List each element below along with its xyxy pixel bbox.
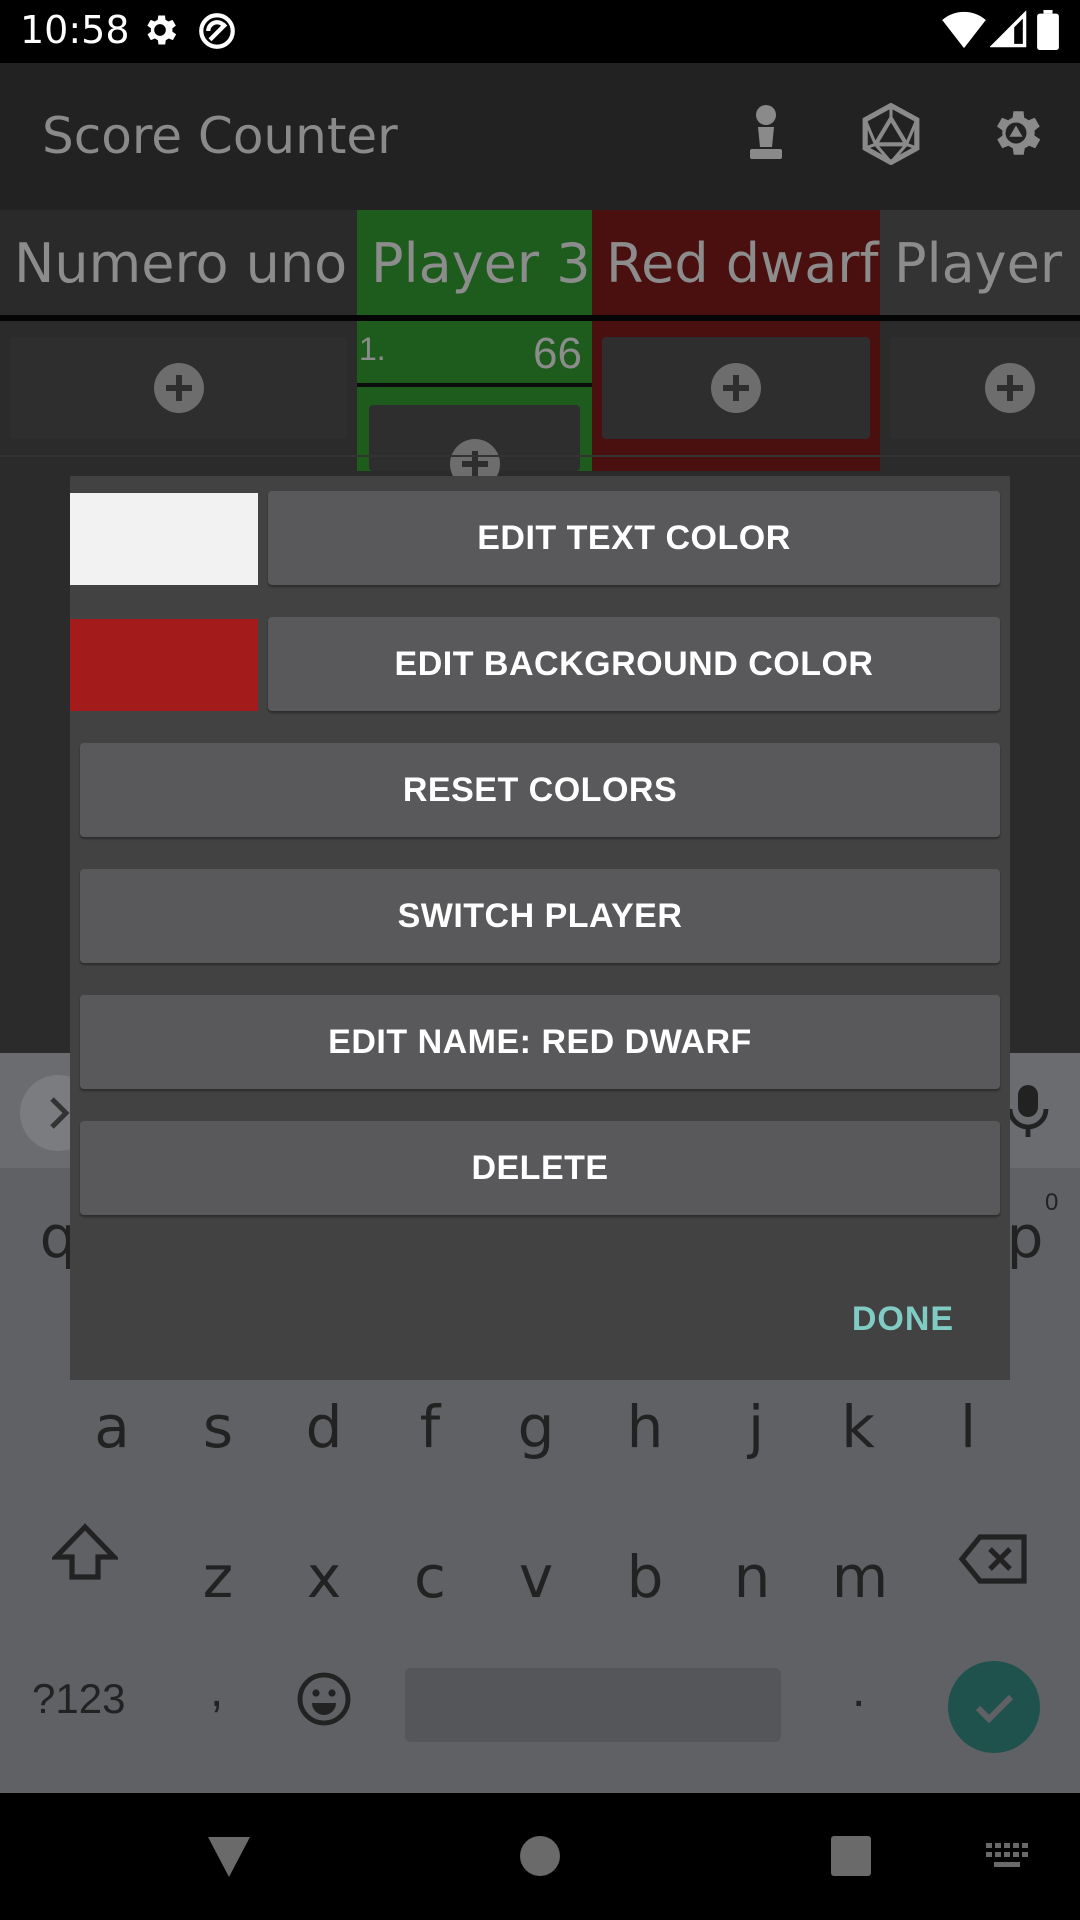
status-time: 10:58 <box>20 8 130 52</box>
column-red-dwarf <box>592 321 880 471</box>
add-score-button[interactable] <box>602 337 870 439</box>
mic-icon[interactable] <box>1006 1083 1050 1144</box>
score-index: 1. <box>359 331 386 367</box>
score-divider <box>357 383 592 387</box>
plus-icon <box>153 363 204 413</box>
add-score-button[interactable] <box>10 337 347 439</box>
navigation-bar <box>0 1793 1080 1920</box>
player-tab-red-dwarf[interactable]: Red dwarf <box>592 210 880 320</box>
reset-colors-button[interactable]: RESET COLORS <box>80 743 1000 837</box>
battery-icon <box>1036 10 1060 55</box>
settings-icon[interactable] <box>986 103 1046 168</box>
pawn-icon[interactable] <box>742 103 790 168</box>
player-tabs: Numero uno Player 3 Red dwarf Player 2 <box>0 210 1080 320</box>
plus-icon <box>985 363 1035 413</box>
status-bar: 10:58 <box>0 0 1080 63</box>
recents-icon[interactable] <box>830 1835 872 1882</box>
period-key[interactable]: . <box>852 1663 865 1718</box>
home-icon[interactable] <box>519 1835 561 1882</box>
score-value: 66 <box>533 329 582 378</box>
emoji-icon[interactable] <box>296 1671 352 1732</box>
column-player-3: 1. 66 <box>357 321 592 489</box>
key-l[interactable]: l <box>928 1393 1008 1461</box>
key-j[interactable]: j <box>716 1393 796 1461</box>
column-numero-uno <box>0 321 357 471</box>
switch-player-button[interactable]: SWITCH PLAYER <box>80 869 1000 963</box>
key-x[interactable]: x <box>284 1543 364 1611</box>
column-player-2 <box>880 321 1080 471</box>
edit-name-button[interactable]: EDIT NAME: RED DWARF <box>80 995 1000 1089</box>
add-score-button[interactable] <box>369 405 580 489</box>
key-v[interactable]: v <box>496 1543 576 1611</box>
app-bar: Score Counter <box>0 63 1080 210</box>
key-m[interactable]: m <box>820 1543 900 1611</box>
keyboard-switch-icon[interactable] <box>986 1843 1030 1878</box>
enter-key[interactable] <box>948 1661 1040 1753</box>
sync-icon <box>196 10 238 57</box>
backspace-icon[interactable] <box>958 1533 1028 1590</box>
key-g[interactable]: g <box>496 1393 576 1461</box>
background-color-swatch[interactable] <box>70 619 258 711</box>
back-icon[interactable] <box>206 1835 252 1884</box>
key-k[interactable]: k <box>818 1393 898 1461</box>
player-tab-player-2[interactable]: Player 2 <box>880 210 1080 320</box>
text-color-swatch[interactable] <box>70 493 258 585</box>
plus-icon <box>711 363 761 413</box>
dice-icon[interactable] <box>860 102 922 170</box>
key-s[interactable]: s <box>178 1393 258 1461</box>
shift-icon[interactable] <box>49 1523 121 1586</box>
signal-icon <box>989 10 1028 55</box>
key-d[interactable]: d <box>284 1393 364 1461</box>
symbols-key[interactable]: ?123 <box>32 1675 125 1723</box>
add-score-button[interactable] <box>890 337 1080 439</box>
wifi-icon <box>942 10 986 55</box>
divider <box>0 455 1080 457</box>
edit-text-color-button[interactable]: EDIT TEXT COLOR <box>268 491 1000 585</box>
comma-key[interactable]: , <box>210 1663 223 1718</box>
key-b[interactable]: b <box>605 1543 685 1611</box>
key-h[interactable]: h <box>605 1393 685 1461</box>
space-key[interactable] <box>405 1668 781 1742</box>
player-tab-player-3[interactable]: Player 3 <box>357 210 592 320</box>
key-hint: 0 <box>1045 1189 1059 1216</box>
delete-button[interactable]: DELETE <box>80 1121 1000 1215</box>
settings-icon <box>140 10 180 55</box>
key-z[interactable]: z <box>178 1543 258 1611</box>
done-button[interactable]: DONE <box>838 1288 968 1350</box>
key-a[interactable]: a <box>72 1393 152 1461</box>
edit-background-color-button[interactable]: EDIT BACKGROUND COLOR <box>268 617 1000 711</box>
app-title: Score Counter <box>42 107 398 165</box>
key-n[interactable]: n <box>712 1543 792 1611</box>
player-options-dialog: EDIT TEXT COLOR EDIT BACKGROUND COLOR RE… <box>70 476 1010 1380</box>
key-c[interactable]: c <box>390 1543 470 1611</box>
player-tab-numero-uno[interactable]: Numero uno <box>0 210 357 320</box>
key-f[interactable]: f <box>390 1393 470 1461</box>
